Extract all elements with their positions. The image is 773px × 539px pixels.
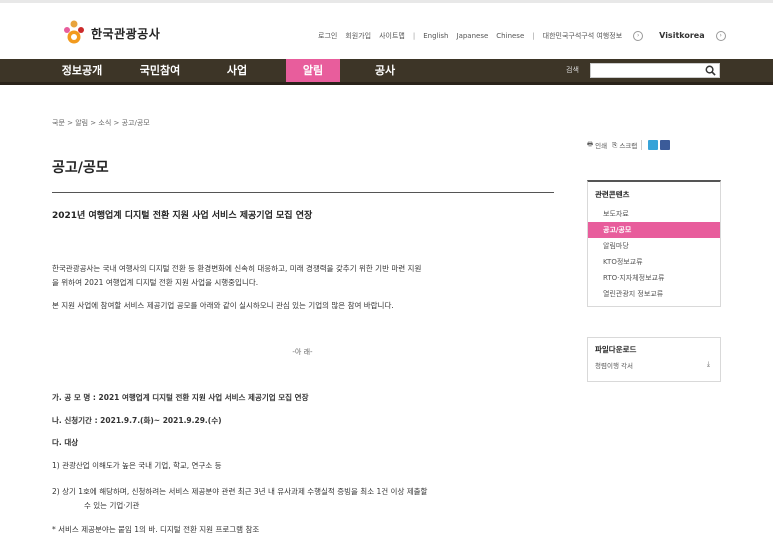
sidebar-item-open-tour[interactable]: 열린관광지 정보교류 (588, 286, 720, 302)
page-title: 공고/공모 (52, 160, 109, 176)
visitkorea-link[interactable]: Visitkorea › (659, 31, 734, 41)
target-item-1: 1) 관광산업 이해도가 높은 국내 기업, 학교, 연구소 등 (52, 461, 222, 470)
nav-participation[interactable]: 국민참여 (130, 59, 190, 82)
top-header: 한국관광공사 로그인 회원가입 사이트맵 | English Japanese … (0, 0, 773, 59)
visitkorea-label: Visitkorea (659, 31, 705, 40)
search-input[interactable] (590, 63, 720, 78)
section-divider-mark: -아 래- (292, 348, 313, 356)
intro-line: 을 위하여 2021 여행업계 디지털 전환 지원 사업을 시행중입니다. (52, 278, 259, 287)
download-file-link[interactable]: 청렴이행 각서 ⤓ (588, 360, 720, 370)
post-title: 2021년 여행업계 디지털 전환 지원 사업 서비스 제공기업 모집 연장 (52, 211, 313, 221)
target-item-2: 2) 상기 1호에 해당하며, 신청하려는 서비스 제공분야 관련 최근 3년 … (52, 485, 557, 513)
travel-info-label: 대한민국구석구석 여행정보 (542, 32, 623, 40)
nav-info-disclosure[interactable]: 정보공개 (54, 59, 110, 82)
nav-business[interactable]: 사업 (214, 59, 260, 82)
english-link[interactable]: English (423, 32, 448, 40)
file-download-panel: 파일다운로드 청렴이행 각서 ⤓ (587, 337, 721, 382)
sidebar-item-press[interactable]: 보도자료 (588, 206, 720, 222)
print-button[interactable]: 인쇄 (595, 140, 607, 150)
item-period: 나. 신청기간 : 2021.9.7.(화)~ 2021.9.29.(수) (52, 416, 222, 425)
facebook-icon[interactable] (660, 140, 671, 150)
sidebar-item-notice[interactable]: 공고/공모 (588, 222, 720, 238)
page-tools: 🖶 인쇄 ⎘ 스크랩 (587, 137, 721, 153)
sidebar-item-rto[interactable]: RTO·지자체정보교류 (588, 270, 720, 286)
arrow-right-icon: › (715, 31, 726, 41)
note: * 서비스 제공분야는 붙임 1의 바. 디지털 전환 지원 프로그램 참조 (52, 525, 260, 534)
intro-paragraph: 한국관광공사는 국내 여행사의 디지털 전환 등 환경변화에 신속히 대응하고,… (52, 262, 557, 290)
logo-mark-icon (62, 20, 86, 46)
sitemap-link[interactable]: 사이트맵 (379, 31, 405, 41)
breadcrumb: 국문 > 알림 > 소식 > 공고/공모 (52, 119, 150, 127)
scrap-button[interactable]: 스크랩 (619, 140, 637, 150)
related-content-heading: 관련콘텐츠 (595, 190, 630, 199)
sidebar-item-board[interactable]: 알림마당 (588, 238, 720, 254)
divider: | (532, 32, 535, 40)
participation-paragraph: 본 지원 사업에 참여할 서비스 제공기업 공모를 아래와 같이 실시하오니 관… (52, 301, 394, 310)
travel-info-link[interactable]: 대한민국구석구석 여행정보 › (543, 31, 652, 41)
nav-notice[interactable]: 알림 (286, 59, 340, 82)
chinese-link[interactable]: Chinese (496, 32, 524, 40)
logo-text: 한국관광공사 (91, 26, 161, 41)
japanese-link[interactable]: Japanese (457, 32, 489, 40)
sidebar-item-kto[interactable]: KTO정보교류 (588, 254, 720, 270)
item-target: 다. 대상 (52, 438, 79, 447)
kto-logo[interactable]: 한국관광공사 (62, 20, 160, 46)
related-content-panel: 관련콘텐츠 보도자료 공고/공모 알림마당 KTO정보교류 RTO·지자체정보교… (587, 180, 721, 307)
nav-corporation[interactable]: 공사 (362, 59, 408, 82)
search-label: 검색 (566, 66, 579, 74)
title-divider (52, 192, 554, 193)
arrow-right-icon: › (633, 31, 644, 41)
divider (641, 140, 643, 150)
file-download-heading: 파일다운로드 (595, 345, 637, 354)
intro-line: 한국관광공사는 국내 여행사의 디지털 전환 등 환경변화에 신속히 대응하고,… (52, 264, 422, 273)
target-item-2-line: 수 있는 기업·기관 (84, 501, 140, 510)
item-name: 가. 공 모 명 : 2021 여행업계 디지털 전환 지원 사업 서비스 제공… (52, 393, 309, 402)
utility-links: 로그인 회원가입 사이트맵 | English Japanese Chinese… (318, 31, 742, 41)
twitter-icon[interactable] (648, 140, 659, 150)
print-icon[interactable]: 🖶 (587, 140, 593, 151)
download-icon[interactable]: ⤓ (707, 360, 710, 369)
main-navigation: 정보공개 국민참여 사업 알림 공사 검색 (0, 59, 773, 85)
search-icon[interactable] (705, 65, 716, 76)
download-file-name: 청렴이행 각서 (595, 362, 633, 370)
signup-link[interactable]: 회원가입 (345, 31, 371, 41)
scrap-icon[interactable]: ⎘ (612, 141, 617, 150)
target-item-2-line: 2) 상기 1호에 해당하며, 신청하려는 서비스 제공분야 관련 최근 3년 … (52, 487, 428, 496)
login-link[interactable]: 로그인 (318, 31, 337, 41)
divider: | (412, 32, 416, 40)
